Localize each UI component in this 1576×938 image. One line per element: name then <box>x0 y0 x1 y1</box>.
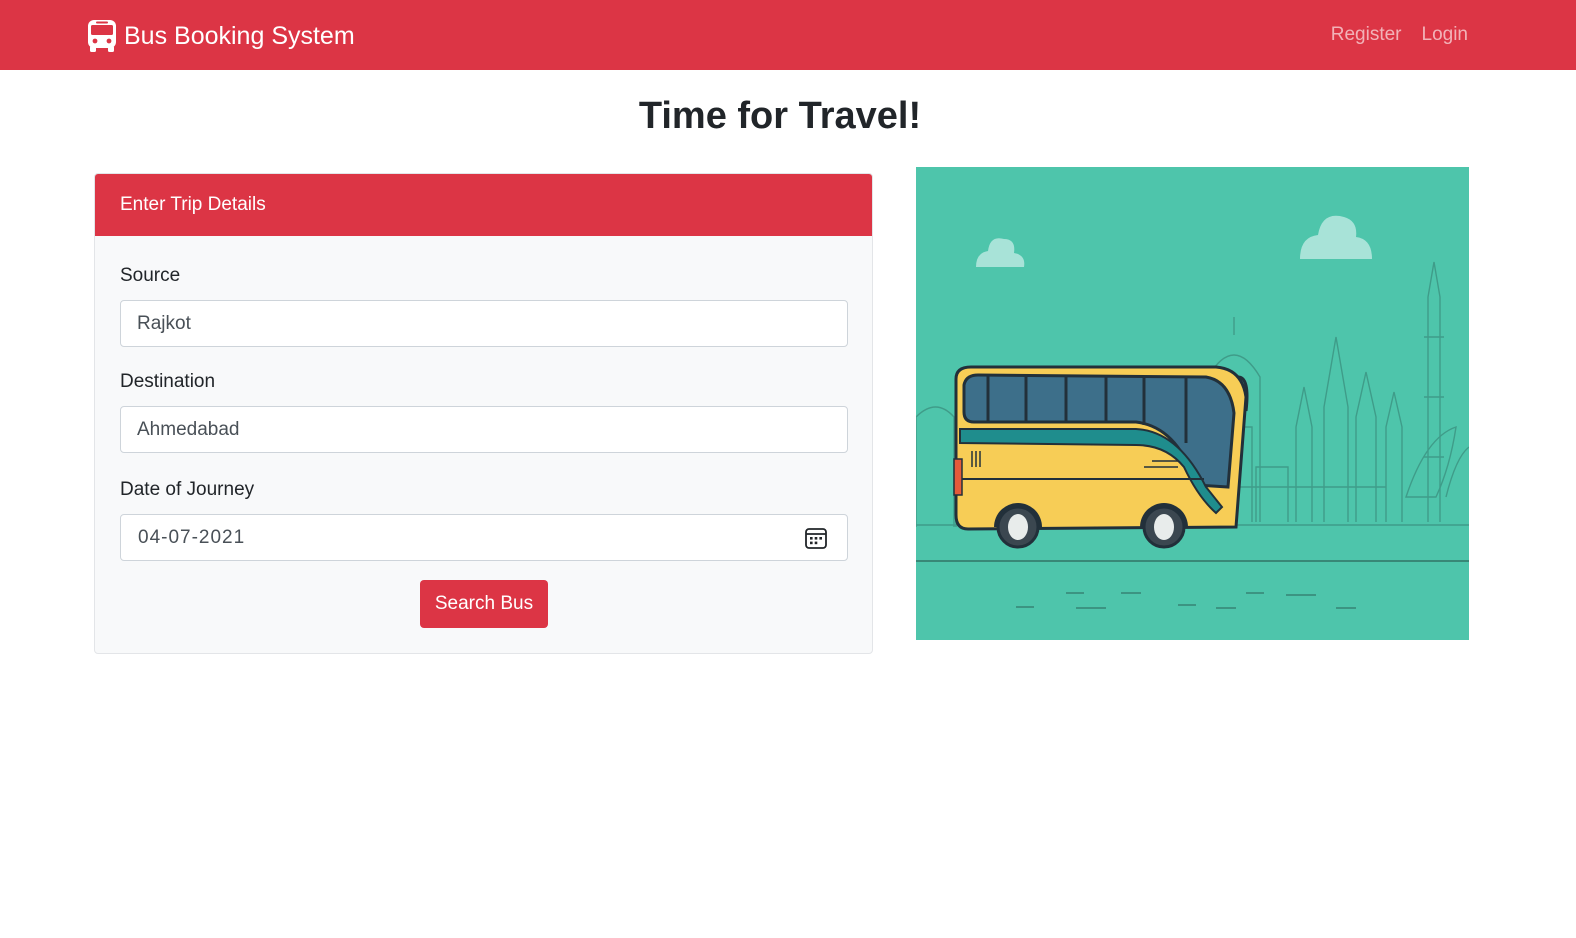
road-marks <box>1016 592 1356 609</box>
nav-links: Register Login <box>1311 21 1468 49</box>
brand-title: Bus Booking System <box>124 22 355 50</box>
bus-drawing <box>953 365 1249 549</box>
page-title: Time for Travel! <box>638 95 922 137</box>
destination-input[interactable] <box>120 406 848 453</box>
bus-icon <box>88 20 116 52</box>
card-header: Enter Trip Details <box>95 174 872 236</box>
date-input[interactable]: 04-07-2021 <box>120 514 848 561</box>
source-input[interactable] <box>120 300 848 347</box>
search-bus-button[interactable]: Search Bus <box>420 580 548 628</box>
cloud-icon <box>976 215 1372 267</box>
bus-illustration <box>916 167 1469 640</box>
date-label: Date of Journey <box>120 479 255 500</box>
navbar: Bus Booking System Register Login <box>0 0 1576 70</box>
bus-city-image <box>916 215 1469 609</box>
brand-link[interactable]: Bus Booking System <box>87 18 355 54</box>
login-link[interactable]: Login <box>1422 21 1469 49</box>
source-label: Source <box>120 265 181 286</box>
date-value: 04-07-2021 <box>138 527 246 548</box>
destination-label: Destination <box>120 371 216 392</box>
register-link[interactable]: Register <box>1331 21 1402 49</box>
calendar-icon[interactable] <box>804 526 828 550</box>
trip-details-card: Enter Trip Details Source Destination Da… <box>94 173 873 654</box>
